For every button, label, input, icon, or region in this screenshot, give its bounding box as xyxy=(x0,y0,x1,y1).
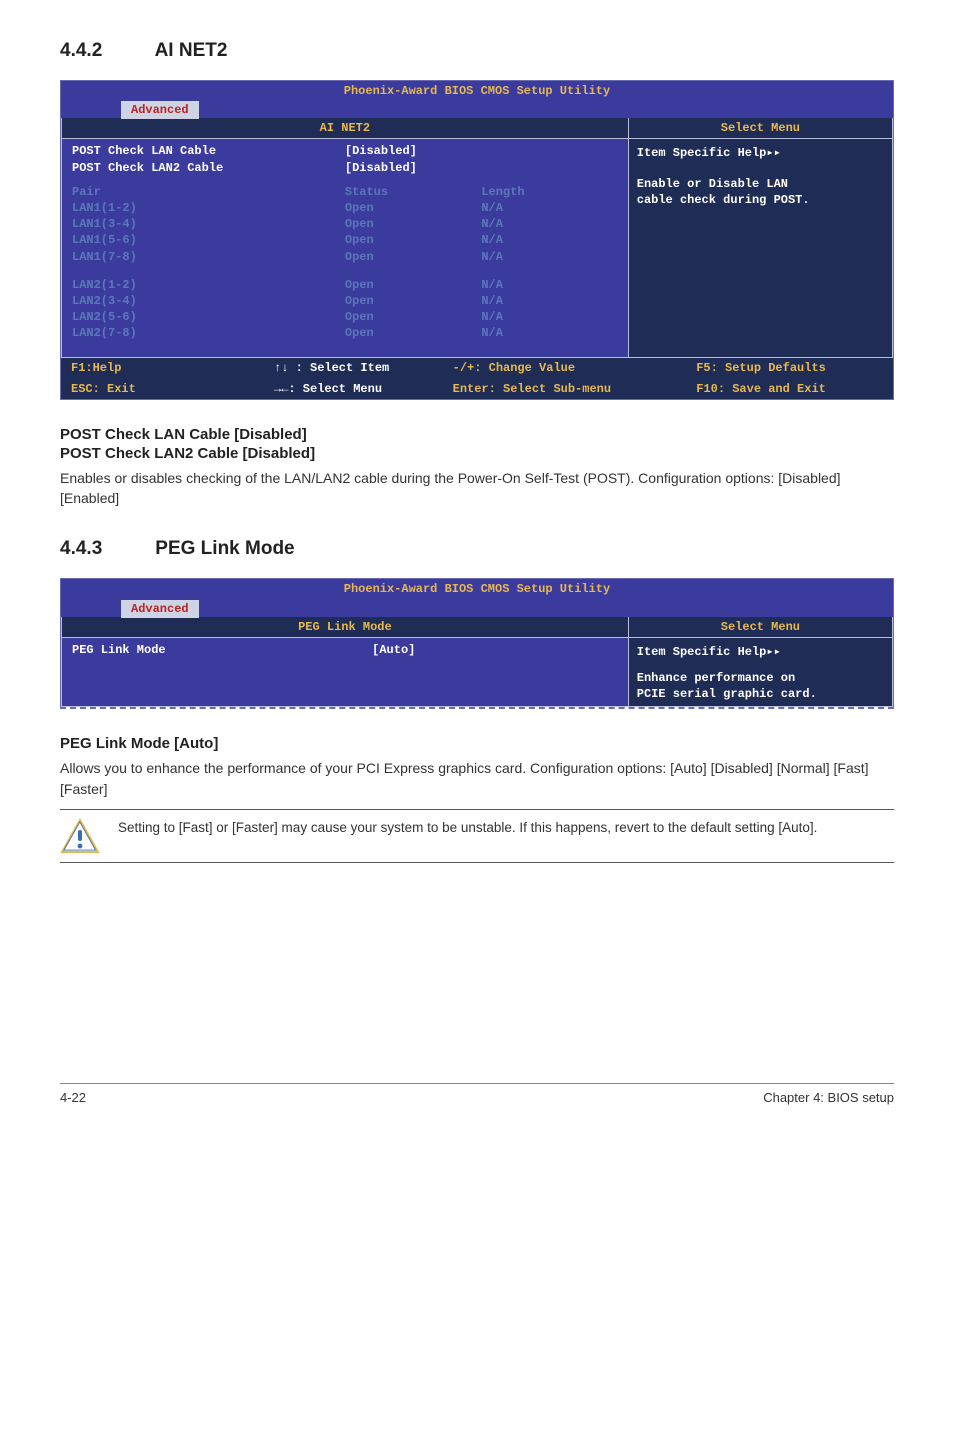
bios-title: Phoenix-Award BIOS CMOS Setup Utility xyxy=(61,81,893,101)
bios-screenshot-ainet2: Phoenix-Award BIOS CMOS Setup Utility Ad… xyxy=(60,80,894,400)
section-title-text: PEG Link Mode xyxy=(155,538,294,559)
bios-right-header: Select Menu xyxy=(629,118,892,139)
bios-row: POST Check LAN2 Cable [Disabled] xyxy=(72,160,618,176)
bios-help-line: Item Specific Help▸▸ xyxy=(637,145,884,161)
bios-row: LAN1(1-2)OpenN/A xyxy=(72,200,618,216)
config-body: Allows you to enhance the performance of… xyxy=(60,758,894,799)
page-number: 4-22 xyxy=(60,1090,86,1105)
warning-icon xyxy=(60,818,100,854)
section-number: 4.4.3 xyxy=(60,538,150,560)
config-body: Enables or disables checking of the LAN/… xyxy=(60,468,894,509)
bios-help-line: cable check during POST. xyxy=(637,192,884,208)
bios-help-line: PCIE serial graphic card. xyxy=(637,686,884,702)
bios-title: Phoenix-Award BIOS CMOS Setup Utility xyxy=(61,579,893,599)
bios-tab-row: Advanced xyxy=(61,600,893,617)
bios-help-line: Item Specific Help▸▸ xyxy=(637,644,884,660)
section-heading-peglink: 4.4.3 PEG Link Mode xyxy=(60,538,894,560)
bios-left-panel: AI NET2 POST Check LAN Cable [Disabled] … xyxy=(61,118,629,358)
bios-row: LAN2(1-2)OpenN/A xyxy=(72,277,618,293)
bios-footer: ESC: Exit →←: Select Menu Enter: Select … xyxy=(61,379,893,399)
bios-footer: F1:Help ↑↓ : Select Item -/+: Change Val… xyxy=(61,358,893,378)
bios-tab-advanced: Advanced xyxy=(121,101,199,119)
bios-row: LAN1(3-4)OpenN/A xyxy=(72,216,618,232)
bios-row: LAN1(5-6)OpenN/A xyxy=(72,232,618,248)
bios-row: LAN2(7-8)OpenN/A xyxy=(72,325,618,341)
chapter-label: Chapter 4: BIOS setup xyxy=(763,1090,894,1105)
bios-help-line: Enhance performance on xyxy=(637,670,884,686)
bios-left-panel: PEG Link Mode PEG Link Mode [Auto] xyxy=(61,617,629,708)
bios-right-panel: Select Menu Item Specific Help▸▸ Enhance… xyxy=(629,617,893,708)
bios-row: LAN2(3-4)OpenN/A xyxy=(72,293,618,309)
bios-panel-title: AI NET2 xyxy=(62,118,628,139)
section-number: 4.4.2 xyxy=(60,40,150,62)
bios-tab-advanced: Advanced xyxy=(121,600,199,618)
bios-row: LAN2(5-6)OpenN/A xyxy=(72,309,618,325)
bios-row: LAN1(7-8)OpenN/A xyxy=(72,249,618,265)
bios-row: POST Check LAN Cable [Disabled] xyxy=(72,143,618,159)
bios-screenshot-peglink: Phoenix-Award BIOS CMOS Setup Utility Ad… xyxy=(60,578,894,709)
section-title-text: AI NET2 xyxy=(155,40,228,61)
bios-tab-row: Advanced xyxy=(61,101,893,118)
config-heading: PEG Link Mode [Auto] xyxy=(60,735,894,752)
config-heading: POST Check LAN Cable [Disabled] xyxy=(60,426,894,443)
warning-note: Setting to [Fast] or [Faster] may cause … xyxy=(60,809,894,863)
config-heading: POST Check LAN2 Cable [Disabled] xyxy=(60,445,894,462)
bios-right-panel: Select Menu Item Specific Help▸▸ Enable … xyxy=(629,118,893,358)
section-heading-ainet2: 4.4.2 AI NET2 xyxy=(60,40,894,62)
bios-panel-title: PEG Link Mode xyxy=(62,617,628,638)
bios-help-line: Enable or Disable LAN xyxy=(637,176,884,192)
warning-text: Setting to [Fast] or [Faster] may cause … xyxy=(118,818,894,838)
bios-row: PEG Link Mode [Auto] xyxy=(72,642,618,658)
bios-header-row: Pair Status Length xyxy=(72,184,618,200)
page-footer: 4-22 Chapter 4: BIOS setup xyxy=(60,1083,894,1105)
bios-right-header: Select Menu xyxy=(629,617,892,638)
